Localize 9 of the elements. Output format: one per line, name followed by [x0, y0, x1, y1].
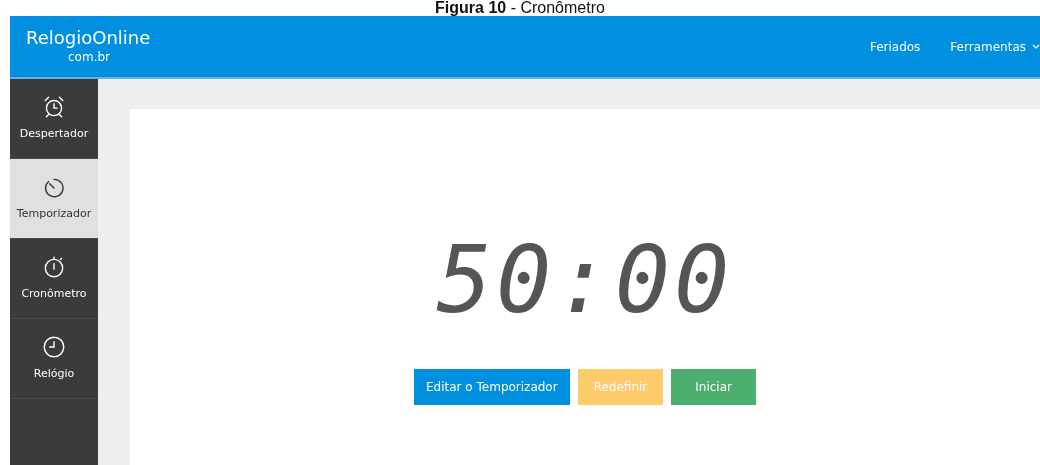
figure-caption: Figura 10 - Cronômetro	[435, 0, 605, 16]
brand-name[interactable]: RelogioOnline	[26, 27, 151, 48]
start-button[interactable]: Iniciar	[671, 369, 756, 405]
nav-link[interactable]: Ferramentas	[950, 37, 1040, 56]
sidebar-item[interactable]: Temporizador	[10, 159, 98, 239]
timer-display: 50:00	[436, 235, 734, 327]
edit-button[interactable]: Editar o Temporizador	[414, 369, 570, 405]
nav-link[interactable]: Feriados	[869, 37, 921, 56]
brand-domain: com.br	[67, 48, 111, 66]
